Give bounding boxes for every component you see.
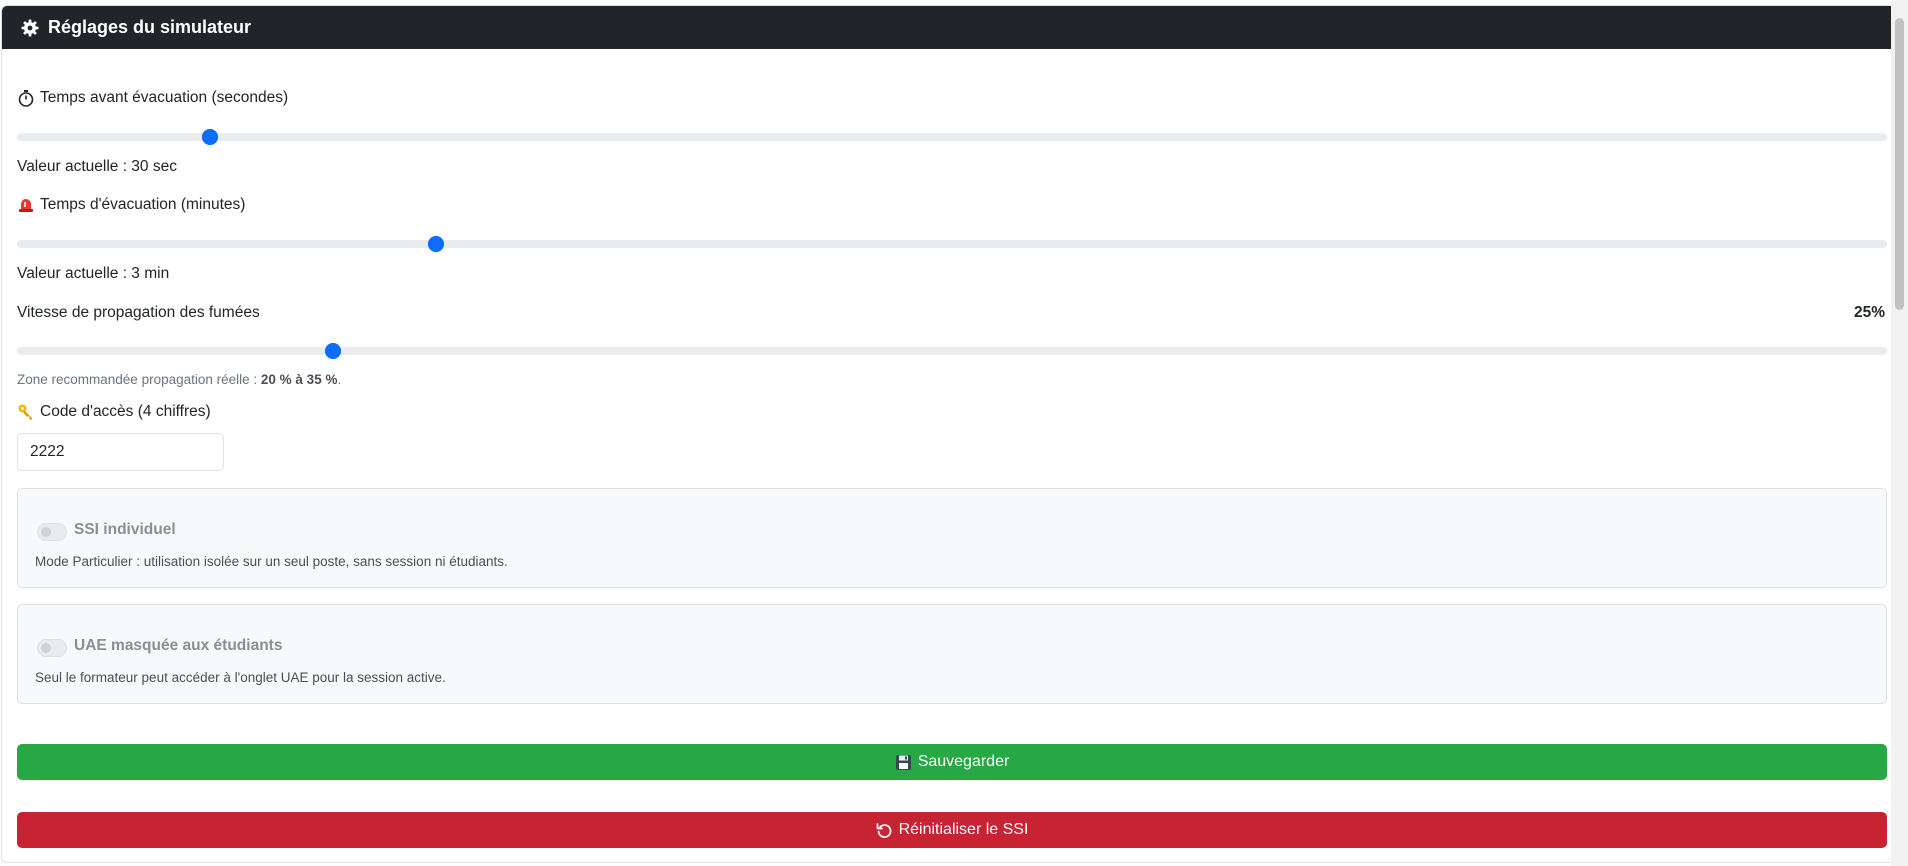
- individual-ssi-toggle[interactable]: [37, 523, 67, 541]
- key-icon: [17, 403, 35, 421]
- toggle-knob: [41, 643, 51, 653]
- uae-hidden-panel: UAE masquée aux étudiants Seul le format…: [17, 604, 1887, 704]
- evacuation-slider-thumb[interactable]: [427, 236, 444, 252]
- delay-label: Temps avant évacuation (secondes): [17, 89, 288, 107]
- alarm-light-icon: [17, 196, 35, 214]
- save-button[interactable]: Sauvegarder: [17, 744, 1887, 780]
- card-header: Réglages du simulateur: [2, 6, 1899, 49]
- smoke-speed-note: Zone recommandée propagation réelle : 20…: [17, 372, 342, 387]
- card-title: Réglages du simulateur: [48, 17, 252, 37]
- delay-slider[interactable]: [17, 129, 1887, 145]
- page-scrollbar[interactable]: [1891, 0, 1908, 866]
- evacuation-label: Temps d'évacuation (minutes): [17, 196, 245, 214]
- evacuation-current-value: Valeur actuelle : 3 min: [17, 265, 170, 282]
- delay-current-value: Valeur actuelle : 30 sec: [17, 158, 177, 175]
- individual-ssi-title: SSI individuel: [74, 521, 176, 538]
- access-code-label: Code d'accès (4 chiffres): [17, 403, 211, 421]
- rotate-icon: [876, 822, 893, 839]
- scrollbar-thumb[interactable]: [1895, 18, 1904, 310]
- access-code-input[interactable]: [17, 433, 224, 471]
- uae-hidden-toggle[interactable]: [37, 639, 67, 657]
- uae-hidden-description: Seul le formateur peut accéder à l'ongle…: [35, 670, 446, 685]
- individual-ssi-description: Mode Particulier : utilisation isolée su…: [35, 554, 508, 569]
- evacuation-slider[interactable]: [17, 236, 1887, 252]
- smoke-speed-percent: 25%: [1853, 304, 1885, 321]
- smoke-speed-label: Vitesse de propagation des fumées: [17, 304, 260, 321]
- toggle-knob: [41, 527, 51, 537]
- smoke-speed-slider[interactable]: [17, 343, 1887, 359]
- smoke-speed-slider-thumb[interactable]: [325, 343, 342, 359]
- individual-ssi-panel: SSI individuel Mode Particulier : utilis…: [17, 488, 1887, 588]
- uae-hidden-title: UAE masquée aux étudiants: [74, 637, 283, 654]
- reset-ssi-button[interactable]: Réinitialiser le SSI: [17, 812, 1887, 848]
- floppy-disk-icon: [895, 754, 912, 771]
- gear-icon: [21, 19, 39, 37]
- delay-slider-thumb[interactable]: [201, 129, 218, 145]
- stopwatch-icon: [17, 89, 35, 107]
